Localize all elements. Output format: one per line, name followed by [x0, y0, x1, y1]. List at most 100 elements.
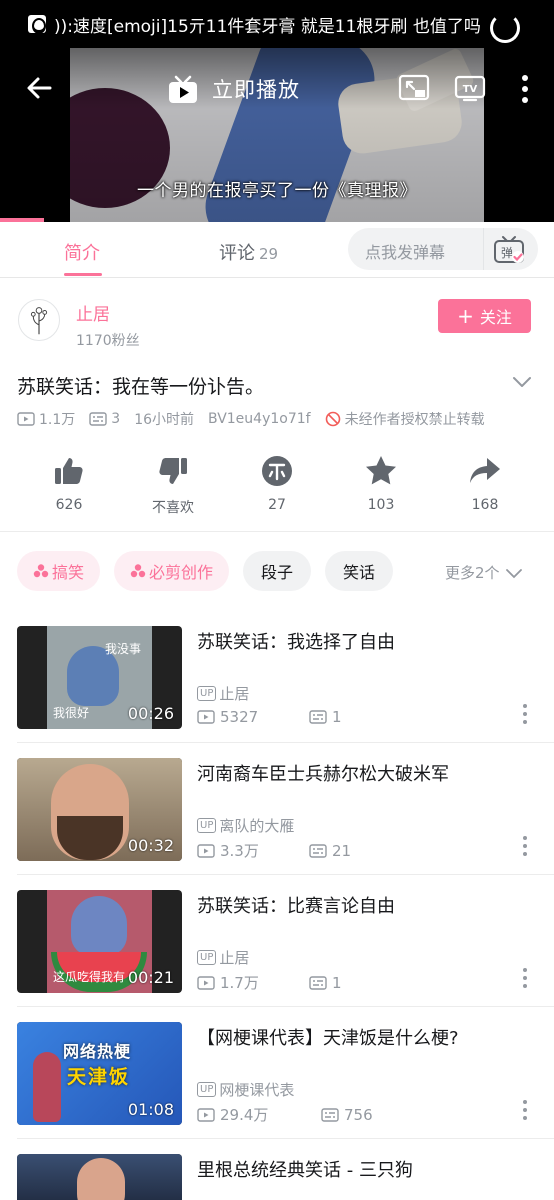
more-tags-label: 更多2个 [445, 564, 500, 582]
more-options-icon[interactable] [520, 967, 530, 989]
dislike-button[interactable]: 不喜欢 [133, 454, 213, 517]
star-icon [366, 456, 396, 485]
chevron-down-icon [505, 568, 522, 578]
video-meta: 1.1万 3 16小时前 BV1eu4y1o71f 未经作者授权禁止转载 [17, 409, 485, 429]
list-divider [17, 874, 554, 875]
related-video-title: 【网梗课代表】天津饭是什么梗? [197, 1028, 459, 1049]
tag-item[interactable]: 必剪创作 [114, 551, 230, 591]
play-now-button[interactable]: 立即播放 [166, 70, 300, 108]
favorite-count: 103 [367, 497, 395, 513]
danmaku-count-icon [309, 843, 327, 858]
danmaku-input[interactable]: 点我发弹幕 弹 [348, 228, 538, 270]
related-video-card[interactable]: 我没事 我很好 00:26 苏联笑话：我选择了自由 UP 止居 5327 1 [0, 626, 554, 757]
danmaku-count: 21 [332, 841, 352, 860]
like-count: 626 [55, 497, 83, 513]
tag-label: 笑话 [343, 563, 376, 582]
share-icon [470, 458, 500, 483]
danmaku-count: 1 [332, 708, 342, 726]
related-video-card[interactable]: 里根总统经典笑话 - 三只狗 [0, 1154, 554, 1200]
danmaku-count-icon [309, 975, 327, 990]
danmaku-toggle-icon[interactable]: 弹 [492, 233, 526, 265]
tag-item[interactable]: 笑话 [325, 551, 394, 591]
tv-cast-icon[interactable]: TV [454, 74, 486, 102]
view-count: 3.3万 [220, 842, 259, 860]
video-duration: 00:21 [127, 968, 174, 987]
tag-item[interactable]: 搞笑 [17, 551, 101, 591]
related-video-title: 里根总统经典笑话 - 三只狗 [197, 1160, 413, 1181]
uploader-fans: 1170粉丝 [76, 333, 140, 349]
tab-comments-count: 29 [259, 245, 279, 263]
favorite-button[interactable]: 103 [341, 454, 421, 513]
picture-in-picture-icon[interactable] [398, 74, 430, 102]
related-video-card[interactable]: 00:32 河南裔车臣士兵赫尔松大破米军 UP 离队的大雁 3.3万 21 [0, 758, 554, 889]
video-thumbnail[interactable]: 我没事 我很好 00:26 [17, 626, 182, 729]
video-player[interactable]: )):速度[emoji]15亓11件套牙膏 就是11根牙刷 也值了吗 立即播放 … [0, 0, 554, 222]
share-button[interactable]: 168 [445, 454, 525, 513]
plus-icon: + [457, 304, 474, 328]
related-video-stats: 1.7万 1 [197, 972, 342, 993]
uploader-name[interactable]: 止居 [76, 300, 110, 325]
thumbs-up-icon [55, 458, 83, 484]
no-repost-icon [325, 411, 340, 427]
publish-time: 16小时前 [134, 412, 195, 428]
related-video-title: 河南裔车臣士兵赫尔松大破米军 [197, 764, 449, 785]
related-video-uploader: UP 离队的大雁 [197, 815, 294, 836]
back-arrow-icon[interactable] [22, 70, 58, 106]
tab-comments[interactable]: 评论 29 [219, 239, 278, 265]
danmaku-icon-glyph: 弹 [501, 246, 513, 260]
svg-text:TV: TV [463, 84, 478, 95]
more-options-icon[interactable] [520, 835, 530, 857]
danmaku-count-icon [321, 1107, 339, 1122]
related-video-stats: 29.4万 756 [197, 1104, 373, 1125]
related-video-uploader: UP 止居 [197, 947, 249, 968]
video-thumbnail[interactable]: 网络热梗 天津饭 01:08 [17, 1022, 182, 1125]
tab-comments-label: 评论 [219, 243, 255, 264]
thumbnail-caption: 我没事 [105, 642, 142, 656]
video-thumbnail[interactable] [17, 1154, 182, 1200]
avatar[interactable] [18, 299, 60, 341]
tag-list: 搞笑 必剪创作 段子 笑话 [17, 551, 407, 591]
video-subtitle: 一个男的在报亭买了一份《真理报》 [137, 181, 417, 201]
tab-bar: 简介 评论 29 点我发弹幕 弹 [0, 222, 554, 278]
avatar-flower-icon [30, 307, 48, 335]
related-video-uploader: UP 网梗课代表 [197, 1079, 294, 1100]
follow-button[interactable]: + 关注 [438, 299, 531, 333]
more-options-icon[interactable] [515, 72, 535, 106]
video-thumbnail[interactable]: 00:32 [17, 758, 182, 861]
list-divider [17, 742, 554, 743]
up-badge: UP [197, 686, 217, 701]
clover-icon [130, 564, 146, 578]
list-divider [17, 1006, 554, 1007]
tag-label: 段子 [261, 563, 294, 582]
more-options-icon[interactable] [520, 1099, 530, 1121]
uploader-name: 止居 [219, 685, 250, 703]
danmaku-count: 3 [111, 411, 121, 427]
related-video-card[interactable]: 网络热梗 天津饭 01:08 【网梗课代表】天津饭是什么梗? UP 网梗课代表 2… [0, 1022, 554, 1153]
danmaku-count-icon [309, 710, 327, 724]
like-button[interactable]: 626 [29, 454, 109, 513]
video-thumbnail[interactable]: 00:21 这瓜吃得我有 [17, 890, 182, 993]
related-video-card[interactable]: 00:21 这瓜吃得我有 苏联笑话：比赛言论自由 UP 止居 1.7万 1 [0, 890, 554, 1021]
coin-button[interactable]: 27 [237, 454, 317, 513]
up-badge: UP [197, 950, 217, 965]
chevron-down-icon[interactable] [510, 370, 534, 394]
view-count: 29.4万 [220, 1106, 269, 1124]
view-count: 1.1万 [39, 412, 76, 428]
thumbnail-caption: 我很好 [53, 706, 90, 720]
tab-intro[interactable]: 简介 [64, 239, 100, 265]
list-divider [17, 1138, 554, 1139]
related-video-uploader: UP 止居 [197, 683, 249, 704]
uploader-name: 止居 [219, 949, 250, 967]
tag-item[interactable]: 段子 [243, 551, 312, 591]
video-duration: 00:32 [127, 836, 174, 855]
related-video-title: 苏联笑话：比赛言论自由 [197, 896, 395, 917]
video-title: 苏联笑话：我在等一份讣告。 [17, 376, 265, 398]
play-count-icon [197, 843, 215, 858]
more-options-icon[interactable] [520, 703, 530, 725]
play-now-label: 立即播放 [212, 78, 300, 102]
more-tags-button[interactable]: 更多2个 [445, 562, 524, 583]
copyright-notice: 未经作者授权禁止转载 [344, 412, 485, 428]
thumbnail-caption: 网络热梗 [63, 1042, 132, 1061]
tab-active-indicator [64, 273, 102, 276]
up-badge: UP [197, 818, 217, 833]
